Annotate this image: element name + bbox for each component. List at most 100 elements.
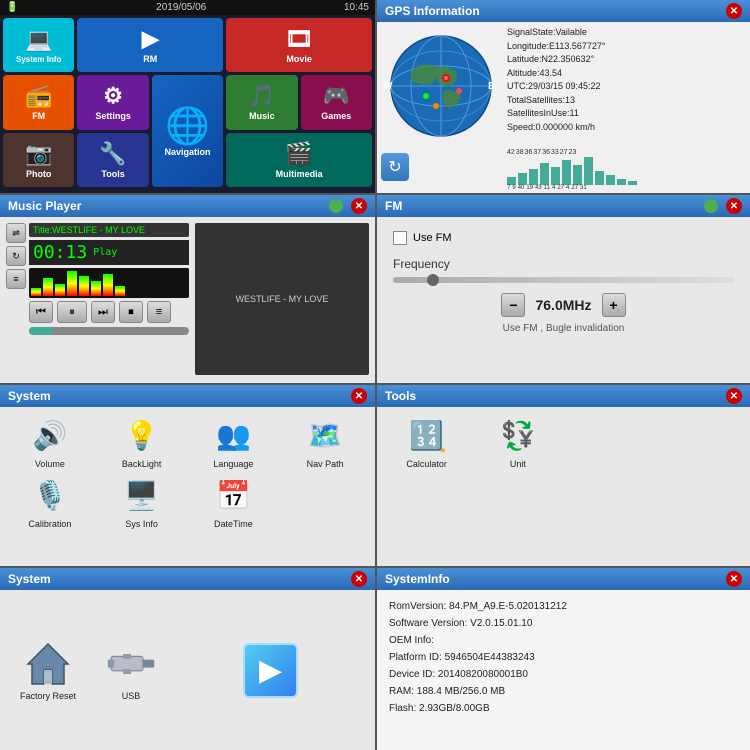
gps-close-button[interactable]: ✕ <box>726 3 742 19</box>
bottom-system-close-button[interactable]: ✕ <box>351 571 367 587</box>
tile-movie-label: Movie <box>286 54 312 64</box>
system-sysinfo-item[interactable]: 🖥️ Sys Info <box>98 473 186 529</box>
sysinfo-oem: OEM Info: <box>389 632 738 649</box>
volume-icon: 🔊 <box>28 413 72 457</box>
music-progress-bar[interactable] <box>29 327 189 335</box>
tile-tools-label: Tools <box>101 169 124 179</box>
system-backlight-item[interactable]: 💡 BackLight <box>98 413 186 469</box>
gps-refresh-button[interactable]: ↻ <box>381 153 409 181</box>
system-volume-item[interactable]: 🔊 Volume <box>6 413 94 469</box>
music-title: Music Player <box>8 199 81 213</box>
music-close-button[interactable]: ✕ <box>351 198 367 214</box>
multimedia-tile-icon: 🎬 <box>285 141 312 167</box>
system-icons-grid: 🔊 Volume 💡 BackLight 👥 Language 🗺️ Nav P… <box>0 407 375 535</box>
rm-tile-icon: ▶ <box>142 26 159 52</box>
fm-increase-button[interactable]: + <box>602 293 626 317</box>
play-large-button[interactable]: ▶ <box>243 643 298 698</box>
gps-longitude: Longitude:E113.567727° <box>507 40 746 54</box>
tile-music[interactable]: 🎵 Music <box>226 75 297 129</box>
bottom-system-title: System <box>8 572 51 586</box>
tile-settings-label: Settings <box>95 111 131 121</box>
bar-3 <box>529 169 538 185</box>
sysinfo-platform: Platform ID: 5946504E44383243 <box>389 649 738 666</box>
frequency-slider-thumb <box>427 274 439 286</box>
system-datetime-item[interactable]: 📅 DateTime <box>190 473 278 529</box>
tools-panel: Tools ✕ 🔢 ★ Calculator 💱 Unit <box>375 385 750 566</box>
tile-photo[interactable]: 📷 Photo <box>3 133 74 187</box>
sysinfo-software: Software Version: V2.0.15.01.10 <box>389 615 738 632</box>
music-eq-button[interactable]: ≡ <box>6 269 26 289</box>
system-language-item[interactable]: 👥 Language <box>190 413 278 469</box>
use-fm-row: Use FM <box>393 231 734 245</box>
system-panel: System ✕ 🔊 Volume 💡 BackLight 👥 Language… <box>0 385 375 566</box>
tile-grid: 🔋 2019/05/06 10:45 💻 System Info ▶ RM 🎞 … <box>0 0 375 193</box>
music-left-panel: Title:WESTLIFE - MY LOVE 00:13 Play <box>29 223 189 375</box>
bottom-system-panel: System ✕ Factory Reset <box>0 568 375 750</box>
fm-tile-icon: 📻 <box>25 83 52 109</box>
factory-reset-label: Factory Reset <box>20 691 76 701</box>
tile-navigation[interactable]: 🌐 Navigation <box>152 75 223 187</box>
tools-tile-icon: 🔧 <box>99 141 126 167</box>
frequency-slider-row <box>393 277 734 283</box>
tile-multimedia[interactable]: 🎬 Multimedia <box>226 133 372 187</box>
sysinfo-header: SystemInfo ✕ <box>377 568 750 590</box>
tile-settings[interactable]: ⚙ Settings <box>77 75 148 129</box>
eq-bar-4 <box>67 271 77 296</box>
music-shuffle-button[interactable]: ⇌ <box>6 223 26 243</box>
time-display: 10:45 <box>344 2 369 13</box>
bottom-system-content: Factory Reset USB ▶ <box>0 590 375 750</box>
gps-utc: UTC:29/03/15 09:45:22 <box>507 80 746 94</box>
fm-content: Use FM Frequency − 76.0MHz + Use FM , Bu… <box>377 217 750 381</box>
frequency-slider[interactable] <box>393 277 734 283</box>
movie-tile-icon: 🎞 <box>285 26 313 52</box>
tools-close-button[interactable]: ✕ <box>726 388 742 404</box>
tile-games[interactable]: 🎮 Games <box>301 75 372 129</box>
bar-7 <box>573 165 582 185</box>
fm-close-button[interactable]: ✕ <box>726 198 742 214</box>
music-prev-button[interactable]: ⏮ <box>29 301 53 323</box>
fm-frequency-row: − 76.0MHz + <box>393 293 734 317</box>
system-calibration-item[interactable]: 🎙️ Calibration <box>6 473 94 529</box>
tile-fm[interactable]: 📻 FM <box>3 75 74 129</box>
unit-icon: 💱 <box>496 413 540 457</box>
tile-rm-label: RM <box>143 54 157 64</box>
fm-decrease-button[interactable]: − <box>501 293 525 317</box>
gps-total-sat: TotalSatellites:13 <box>507 94 746 108</box>
sysinfo-flash: Flash: 2.93GB/8.00GB <box>389 700 738 717</box>
music-stop-button[interactable]: ⏹ <box>119 301 143 323</box>
sysinfo-close-button[interactable]: ✕ <box>726 571 742 587</box>
middle-section: Music Player ✕ ⇌ ↻ ≡ Title:WESTLIFE - MY… <box>0 195 750 385</box>
tile-multimedia-label: Multimedia <box>276 169 323 179</box>
music-pause-button[interactable]: ⏸ <box>57 301 87 323</box>
tools-unit-item[interactable]: 💱 Unit <box>474 413 561 469</box>
tools-calculator-item[interactable]: 🔢 ★ Calculator <box>383 413 470 469</box>
music-repeat-button[interactable]: ↻ <box>6 246 26 266</box>
satellite-bars <box>507 157 746 185</box>
tile-fm-label: FM <box>32 111 45 121</box>
usb-item[interactable]: USB <box>106 639 156 701</box>
bottom-play-area: ▶ <box>186 643 355 698</box>
photo-tile-icon: 📷 <box>25 141 52 167</box>
sysinfo-device: Device ID: 20140820080001B0 <box>389 666 738 683</box>
factory-reset-item[interactable]: Factory Reset <box>20 639 76 701</box>
usb-label: USB <box>122 691 141 701</box>
tile-tools[interactable]: 🔧 Tools <box>77 133 148 187</box>
music-list-button[interactable]: ≡ <box>147 301 171 323</box>
gps-header: GPS Information ✕ <box>377 0 750 22</box>
tile-movie[interactable]: 🎞 Movie <box>226 18 372 72</box>
system-close-button[interactable]: ✕ <box>351 388 367 404</box>
system-tools-row: System ✕ 🔊 Volume 💡 BackLight 👥 Language… <box>0 385 750 568</box>
music-active-dot <box>329 199 343 213</box>
system-navpath-item[interactable]: 🗺️ Nav Path <box>281 413 369 469</box>
tile-sysinfo[interactable]: 💻 System Info <box>3 18 74 72</box>
bar-10 <box>606 175 615 185</box>
tile-games-label: Games <box>321 111 351 121</box>
language-icon: 👥 <box>211 413 255 457</box>
frequency-label: Frequency <box>393 257 734 271</box>
music-next-button[interactable]: ⏭ <box>91 301 115 323</box>
use-fm-checkbox[interactable] <box>393 231 407 245</box>
sysinfo-rom: RomVersion: 84.PM_A9.E-5.020131212 <box>389 598 738 615</box>
tile-rm[interactable]: ▶ RM <box>77 18 223 72</box>
svg-text:W: W <box>383 81 393 92</box>
bar-12 <box>628 181 637 185</box>
